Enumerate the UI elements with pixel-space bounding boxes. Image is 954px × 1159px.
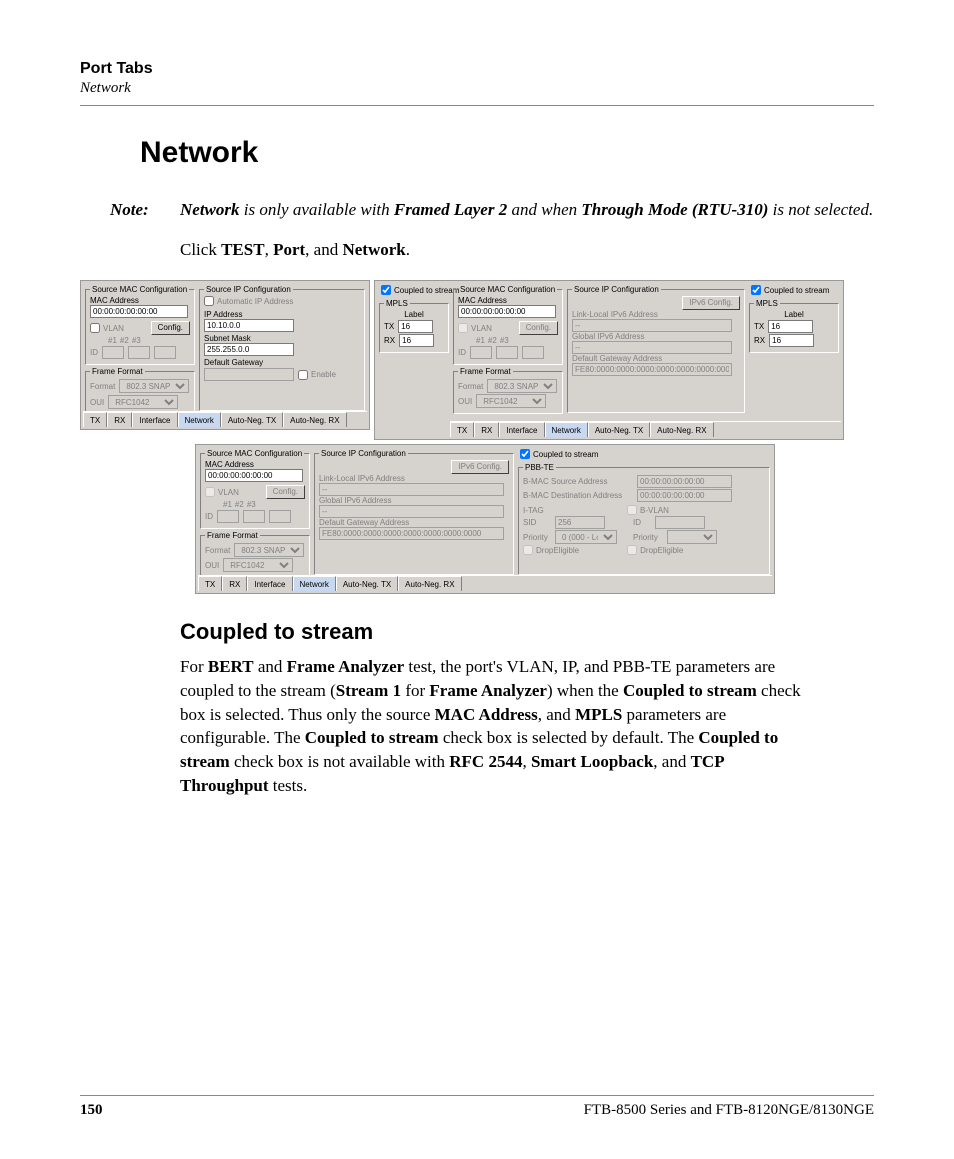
group-src-mac: Source MAC Configuration MAC Address VLA…	[85, 285, 195, 365]
header-subtitle: Network	[80, 80, 874, 97]
page-title: Network	[140, 136, 874, 170]
coupled-check-c[interactable]	[520, 449, 530, 459]
header-title: Port Tabs	[80, 60, 874, 78]
page-number: 150	[80, 1102, 103, 1119]
panel-pbbte: Source MAC Configuration MAC Address VLA…	[195, 444, 775, 594]
tab-rx[interactable]: RX	[107, 412, 132, 427]
group-src-mac-b: Source MAC Configuration MAC Address VLA…	[453, 285, 563, 365]
tab-autoneg-tx[interactable]: Auto-Neg. TX	[221, 412, 283, 427]
note-label: Note:	[110, 200, 180, 220]
panel-ipv4-left: Source MAC Configuration MAC Address VLA…	[80, 280, 370, 430]
product-line: FTB-8500 Series and FTB-8120NGE/8130NGE	[584, 1102, 874, 1119]
mask-input[interactable]	[204, 343, 294, 356]
coupled-paragraph: For BERT and Frame Analyzer test, the po…	[180, 655, 814, 798]
tab-network[interactable]: Network	[178, 412, 221, 427]
section-coupled: Coupled to stream	[180, 619, 874, 645]
vlan-check-b	[458, 323, 468, 333]
gw-enable-check[interactable]	[298, 370, 308, 380]
group-src-ipv6: Source IP Configuration IPv6 Config. Lin…	[567, 285, 745, 413]
note-body: Network is only available with Framed La…	[180, 200, 873, 220]
group-frame-format-b: Frame Format Format802.3 SNAP OUIRFC1042	[453, 367, 563, 414]
tab-tx[interactable]: TX	[83, 412, 107, 427]
tab-bar-c: TX RX Interface Network Auto-Neg. TX Aut…	[198, 575, 772, 591]
tab-bar-b: TX RX Interface Network Auto-Neg. TX Aut…	[450, 421, 841, 437]
ip-input[interactable]	[204, 319, 294, 332]
panel-ipv6-coupled: Coupled to stream MPLS Label TX RX Sourc…	[374, 280, 844, 440]
group-mpls-b: MPLS Label TX RX	[749, 299, 839, 353]
oui-select: RFC1042	[108, 395, 178, 409]
group-src-ipv6-c: Source IP Configuration IPv6 Config. Lin…	[314, 449, 514, 575]
vlan-config-button[interactable]: Config.	[151, 321, 190, 335]
group-frame-format: Frame Format Format802.3 SNAP OUIRFC1042	[85, 367, 195, 415]
mpls-rx-input[interactable]	[399, 334, 434, 347]
group-src-mac-c: Source MAC Configuration MAC Address VLA…	[200, 449, 310, 529]
format-select: 802.3 SNAP	[119, 379, 189, 393]
group-src-ip: Source IP Configuration Automatic IP Add…	[199, 285, 365, 411]
vlan-config-button-b: Config.	[519, 321, 558, 335]
note: Note: Network is only available with Fra…	[110, 200, 874, 220]
group-mpls: MPLS Label TX RX	[379, 299, 449, 353]
tab-interface[interactable]: Interface	[132, 412, 177, 427]
coupled-check[interactable]	[381, 285, 391, 295]
mpls-tx-input[interactable]	[398, 320, 433, 333]
auto-ip-check[interactable]	[204, 296, 214, 306]
click-instruction: Click TEST, Port, and Network.	[180, 240, 874, 260]
vlan-id-2	[128, 346, 150, 359]
tab-autoneg-rx[interactable]: Auto-Neg. RX	[283, 412, 346, 427]
vlan-check[interactable]	[90, 323, 100, 333]
gw-input	[204, 368, 294, 381]
coupled-check-b[interactable]	[751, 285, 761, 295]
mac-input[interactable]	[90, 305, 188, 318]
tab-bar: TX RX Interface Network Auto-Neg. TX Aut…	[83, 411, 367, 427]
vlan-id-3	[154, 346, 176, 359]
header-rule	[80, 105, 874, 106]
vlan-id-1	[102, 346, 124, 359]
mac-input-b[interactable]	[458, 305, 556, 318]
group-pbbte: PBB-TE B-MAC Source Address B-MAC Destin…	[518, 463, 770, 575]
page-header: Port Tabs Network	[80, 60, 874, 97]
ipv6-config-button: IPv6 Config.	[682, 296, 740, 310]
page-footer: 150 FTB-8500 Series and FTB-8120NGE/8130…	[80, 1095, 874, 1119]
screenshots: Source MAC Configuration MAC Address VLA…	[80, 280, 874, 594]
